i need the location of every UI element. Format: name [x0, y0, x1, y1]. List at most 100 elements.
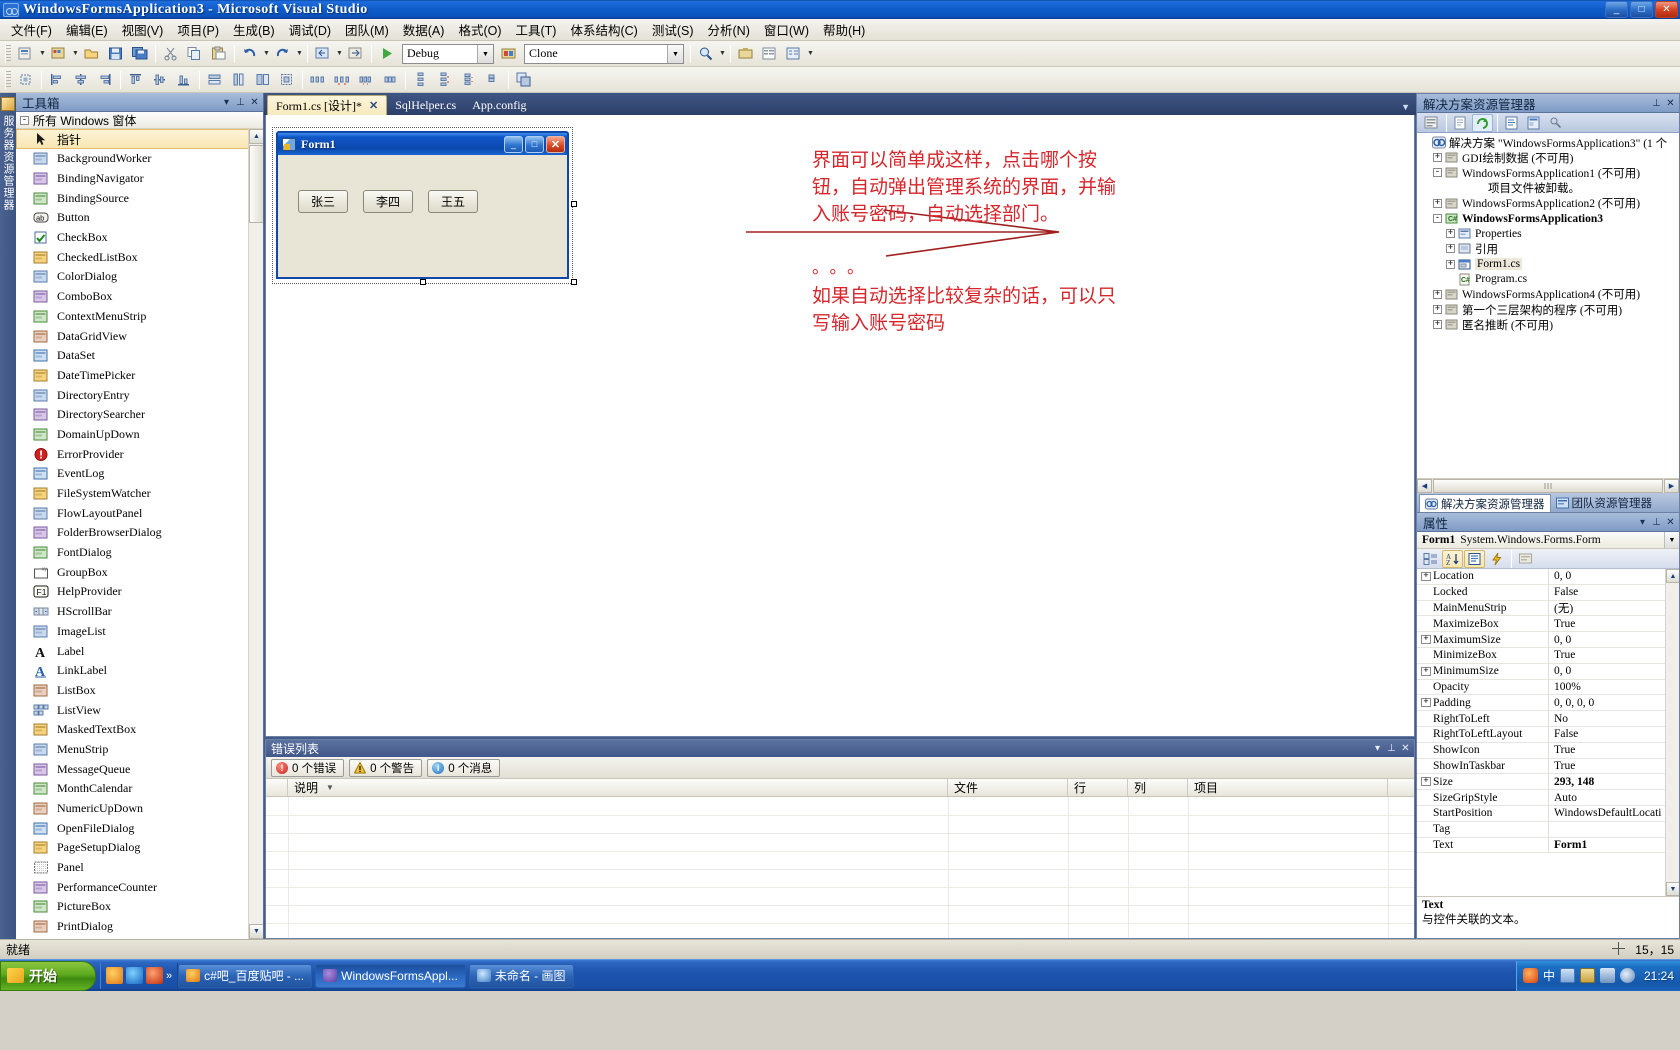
menu-item-14[interactable]: 帮助(H)	[816, 18, 872, 41]
menu-item-6[interactable]: 团队(M)	[338, 18, 396, 41]
open-file-icon[interactable]	[81, 43, 103, 64]
toolbox-item-list[interactable]: 指针BackgroundWorkerBindingNavigatorBindin…	[16, 129, 263, 939]
solution-tree[interactable]: 解决方案 "WindowsFormsApplication3" (1 个+GDI…	[1417, 133, 1679, 478]
property-value[interactable]: True	[1549, 744, 1679, 756]
property-row[interactable]: MaximizeBoxTrue	[1417, 616, 1679, 632]
start-button[interactable]: 开始	[0, 961, 96, 991]
toolbox-item[interactable]: BindingSource	[16, 188, 263, 208]
property-value[interactable]: True	[1549, 649, 1679, 661]
property-row[interactable]: MinimizeBoxTrue	[1417, 648, 1679, 664]
pin-icon[interactable]: ⊥	[1650, 516, 1663, 529]
toolbox-item[interactable]: DataGridView	[16, 326, 263, 346]
new-project-icon[interactable]	[15, 43, 37, 64]
toolbox-item[interactable]: ColorDialog	[16, 267, 263, 287]
property-pages-icon[interactable]	[1515, 550, 1536, 568]
menu-item-0[interactable]: 文件(F)	[4, 18, 59, 41]
toolbox-item[interactable]: PrintDialog	[16, 917, 263, 937]
configuration-manager-icon[interactable]	[498, 43, 520, 64]
size-to-grid-icon[interactable]	[276, 69, 298, 90]
toolbox-item[interactable]: F1HelpProvider	[16, 582, 263, 602]
menu-item-1[interactable]: 编辑(E)	[59, 18, 115, 41]
property-value[interactable]: 0, 0	[1549, 665, 1679, 677]
horizontal-spacing-equal-icon[interactable]	[307, 69, 329, 90]
toolbox-item[interactable]: EventLog	[16, 464, 263, 484]
toolbox-item[interactable]: FolderBrowserDialog	[16, 523, 263, 543]
solution-tree-node[interactable]: +引用	[1417, 241, 1679, 256]
form-maximize-button[interactable]: □	[525, 136, 544, 153]
ie-browser-icon[interactable]	[126, 967, 143, 984]
clock[interactable]: 21:24	[1644, 969, 1674, 983]
solution-tree-node[interactable]: 解决方案 "WindowsFormsApplication3" (1 个	[1417, 135, 1679, 150]
property-row[interactable]: +Location0, 0	[1417, 569, 1679, 585]
property-value[interactable]: Form1	[1549, 839, 1679, 851]
toolbox-item[interactable]: ListBox	[16, 681, 263, 701]
tab-close-icon[interactable]: ✕	[369, 99, 378, 112]
view-class-diagram-icon[interactable]	[1545, 114, 1566, 132]
scroll-down-icon[interactable]: ▼	[1666, 882, 1679, 896]
chevron-down-icon[interactable]: ▾	[1636, 516, 1649, 529]
property-row[interactable]: +Padding0, 0, 0, 0	[1417, 695, 1679, 711]
toolbox-item[interactable]: PerformanceCounter	[16, 877, 263, 897]
chevron-down-icon[interactable]: ▼	[667, 45, 683, 63]
toolbox-item[interactable]: BackgroundWorker	[16, 149, 263, 169]
properties-window-icon[interactable]	[759, 43, 781, 64]
find-dropdown-icon[interactable]: ▼	[718, 43, 727, 64]
menu-item-8[interactable]: 格式(O)	[451, 18, 508, 41]
taskbar-task[interactable]: WindowsFormsAppl...	[315, 964, 466, 988]
solution-tree-hscrollbar[interactable]: ◀ ▶	[1417, 478, 1679, 493]
toolbox-item[interactable]: NumericUpDown	[16, 799, 263, 819]
property-value[interactable]: 100%	[1549, 681, 1679, 693]
align-bottoms-icon[interactable]	[173, 69, 195, 90]
solution-tree-node[interactable]: C#Program.cs	[1417, 272, 1679, 287]
toolbox-item[interactable]: PageSetupDialog	[16, 838, 263, 858]
properties-icon[interactable]	[1421, 114, 1442, 132]
toolbox-item[interactable]: DirectorySearcher	[16, 405, 263, 425]
toolbox-item[interactable]: ImageList	[16, 622, 263, 642]
solution-panel-tab[interactable]: 团队资源管理器	[1551, 494, 1658, 512]
object-browser-icon[interactable]	[783, 43, 805, 64]
toolbox-item[interactable]: ComboBox	[16, 287, 263, 307]
property-row[interactable]: ShowIconTrue	[1417, 743, 1679, 759]
error-list-column-header[interactable]: 列	[1128, 779, 1188, 796]
property-row[interactable]: LockedFalse	[1417, 585, 1679, 601]
close-icon[interactable]: ✕	[1399, 742, 1412, 755]
form-designer-surface[interactable]: Form1 _ □ ✕ 张三 李四 王五	[265, 115, 1415, 737]
collapse-icon[interactable]: -	[1433, 214, 1442, 223]
error-filter-warn[interactable]: 0 个警告	[349, 759, 422, 777]
expand-icon[interactable]: +	[1433, 199, 1442, 208]
ime-keyboard-icon[interactable]	[1560, 968, 1575, 983]
property-value[interactable]: Auto	[1549, 792, 1679, 804]
toolbox-item[interactable]: abButton	[16, 208, 263, 228]
pin-icon[interactable]: ⊥	[1650, 97, 1663, 110]
property-row[interactable]: RightToLeftNo	[1417, 711, 1679, 727]
window-close-button[interactable]: ✕	[1655, 1, 1678, 18]
toolbox-item[interactable]: DataSet	[16, 346, 263, 366]
chevron-down-icon[interactable]: ▼	[1664, 532, 1679, 548]
target-platform-combo[interactable]: Clone ▼	[524, 44, 684, 64]
tab-list-dropdown-icon[interactable]: ▼	[1401, 102, 1410, 112]
network-icon[interactable]	[1600, 968, 1615, 983]
property-value[interactable]: True	[1549, 618, 1679, 630]
vertical-spacing-decrease-icon[interactable]	[458, 69, 480, 90]
menu-item-11[interactable]: 测试(S)	[645, 18, 701, 41]
property-row[interactable]: +MinimumSize0, 0	[1417, 664, 1679, 680]
solution-tree-node[interactable]: +WindowsFormsApplication4 (不可用)	[1417, 287, 1679, 302]
toolbar-grip[interactable]	[5, 45, 11, 63]
toolbox-item[interactable]: FileSystemWatcher	[16, 484, 263, 504]
undo-icon[interactable]	[239, 43, 261, 64]
navigate-forward-icon[interactable]	[345, 43, 367, 64]
resize-handle-right[interactable]	[571, 201, 577, 207]
menu-item-9[interactable]: 工具(T)	[509, 18, 564, 41]
scroll-up-icon[interactable]: ▲	[1666, 569, 1679, 583]
toolbox-toggle-icon[interactable]	[735, 43, 757, 64]
bring-to-front-icon[interactable]	[513, 69, 535, 90]
align-middles-icon[interactable]	[149, 69, 171, 90]
categorized-icon[interactable]	[1420, 550, 1441, 568]
property-row[interactable]: +Size293, 148	[1417, 774, 1679, 790]
property-value[interactable]: 0, 0	[1549, 570, 1679, 582]
toolbox-group-header[interactable]: - 所有 Windows 窗体	[16, 112, 263, 129]
error-list-column-header[interactable]: 行	[1068, 779, 1128, 796]
property-value[interactable]: False	[1549, 728, 1679, 740]
vertical-spacing-remove-icon[interactable]	[482, 69, 504, 90]
resize-handle-corner[interactable]	[571, 279, 577, 285]
